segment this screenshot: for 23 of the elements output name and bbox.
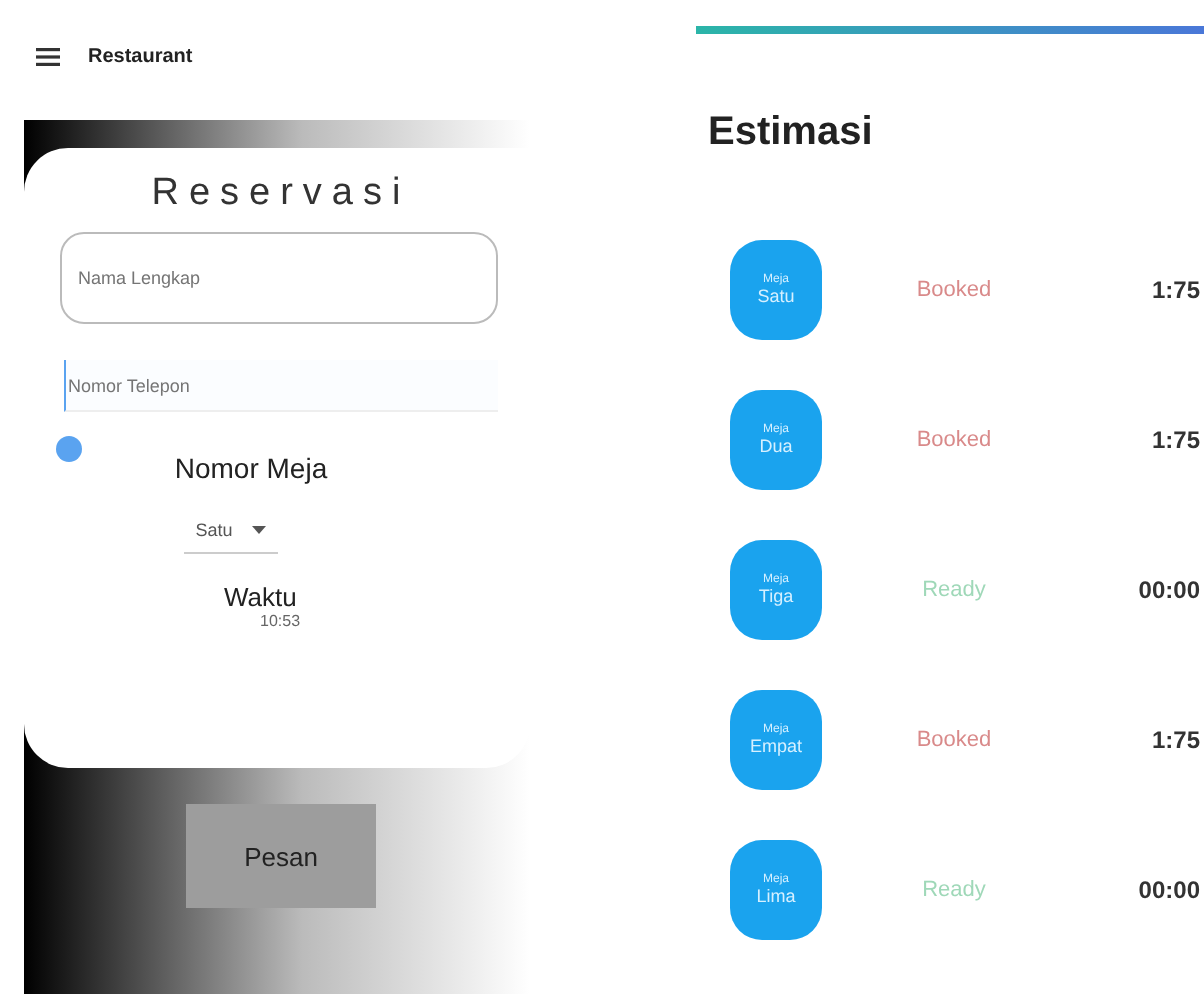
menu-icon[interactable] [36,47,60,65]
screen-title: Estimasi [708,110,875,156]
order-button[interactable]: Pesan [186,804,376,908]
estimated-time: 00:00 [1138,876,1202,904]
estimated-time: 1:75 [1151,426,1202,454]
form-title: Reservasi [149,172,413,216]
table-status: Booked [916,278,992,302]
phone-field[interactable]: Nomor Telepon [64,360,498,412]
time-value: 10:53 [260,612,303,630]
table-label: Nomor Meja [174,452,328,484]
caret-icon [252,526,267,534]
time-label: Waktu [224,582,299,612]
table-status: Booked [916,728,992,752]
table-status: Ready [922,578,986,602]
name-field[interactable]: Nama Lengkap [60,232,498,324]
table-dropdown[interactable]: Satu [183,516,279,554]
estimated-time: 00:00 [1138,576,1202,604]
estimated-time: 1:75 [1151,726,1202,754]
table-status: Booked [916,428,992,452]
estimated-time: 1:75 [1151,276,1202,304]
cursor-handle-icon[interactable] [56,436,82,462]
table-status: Ready [922,878,986,902]
app-title: Restaurant [88,45,193,67]
